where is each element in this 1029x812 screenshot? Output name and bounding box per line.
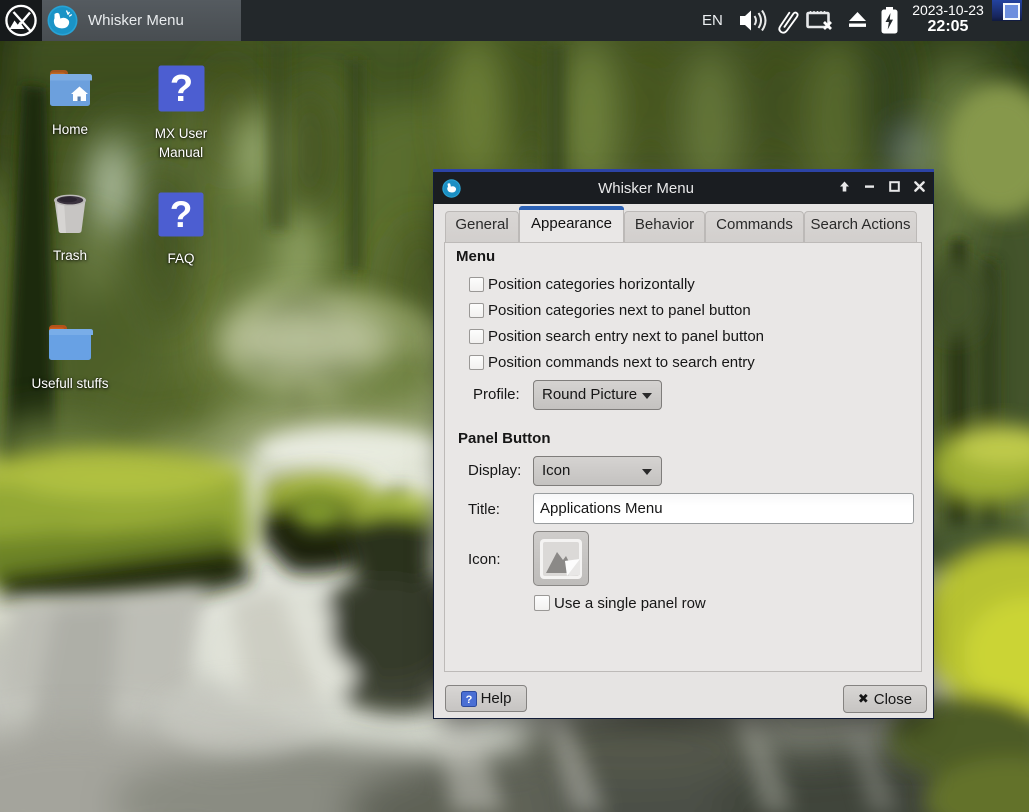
svg-text:?: ? <box>169 68 192 110</box>
svg-text:?: ? <box>170 194 193 235</box>
svg-text:?: ? <box>465 694 472 706</box>
